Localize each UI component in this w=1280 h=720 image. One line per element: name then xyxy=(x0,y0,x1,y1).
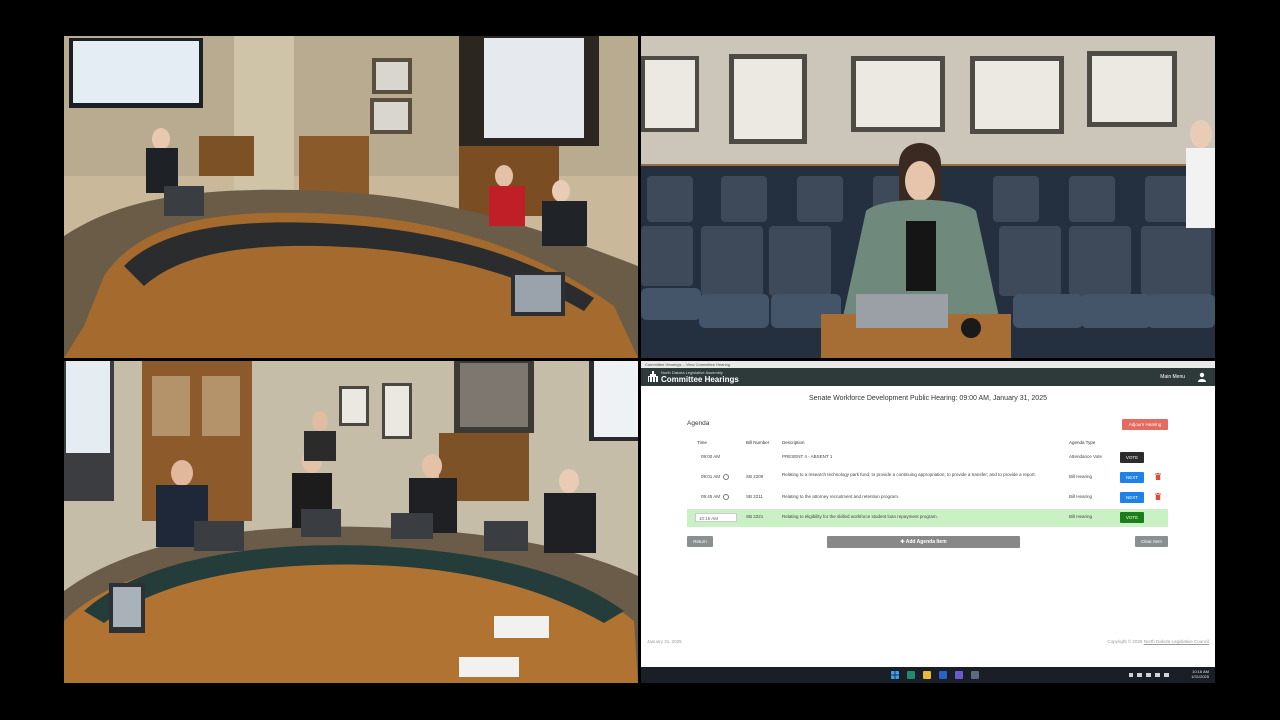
agenda-time: 09:01 AM xyxy=(701,474,730,480)
outlook-icon[interactable] xyxy=(939,671,947,679)
app-title: Committee Hearings xyxy=(661,375,739,384)
active-window-icon[interactable] xyxy=(971,671,979,679)
file-explorer-icon[interactable] xyxy=(923,671,931,679)
hearing-title: Senate Workforce Development Public Hear… xyxy=(808,395,1047,402)
agenda-type: Bill Hearing xyxy=(1069,474,1093,479)
agenda-description: PRESENT 4 - ABSENT 1 xyxy=(782,454,833,459)
agenda-type: Bill Hearing xyxy=(1069,494,1093,499)
clock-icon[interactable] xyxy=(723,474,730,480)
agenda-row: 09:45 AM SB 2211 Relating to the attorne… xyxy=(687,489,1168,507)
windows-start-icon[interactable] xyxy=(891,671,899,679)
agenda-heading: Agenda xyxy=(687,420,710,427)
column-header-time: Time xyxy=(697,440,707,445)
agenda-row: 09:01 AM SB 2209 Relating to a research … xyxy=(687,469,1168,487)
legislative-council-link[interactable]: North Dakota Legislative Council xyxy=(1144,639,1209,644)
windows-taskbar: 10:16 AM 1/31/2025 xyxy=(641,667,1215,683)
committee-table-scene xyxy=(64,36,638,358)
committee-members-scene xyxy=(64,361,638,683)
agenda-bill-number: SB 2211 xyxy=(746,494,763,499)
edge-icon[interactable] xyxy=(907,671,915,679)
next-button[interactable]: NEXT xyxy=(1120,472,1144,483)
video-feed-committee-members xyxy=(64,361,638,683)
column-header-agenda-type: Agenda Type xyxy=(1069,440,1096,445)
return-button[interactable]: Return xyxy=(687,536,713,547)
main-menu-link[interactable]: Main Menu xyxy=(1160,374,1185,380)
teams-icon[interactable] xyxy=(955,671,963,679)
video-feed-podium xyxy=(641,36,1215,358)
agenda-description: Relating to a research technology park f… xyxy=(782,472,1036,477)
taskbar-date: 1/31/2025 xyxy=(1191,674,1209,679)
agenda-description: Relating to eligibility for the skilled … xyxy=(782,514,938,519)
capitol-logo-icon xyxy=(648,371,658,382)
agenda-description: Relating to the attorney recruitment and… xyxy=(782,494,900,499)
clock-icon[interactable] xyxy=(723,494,730,500)
vote-button[interactable]: VOTE xyxy=(1120,452,1144,463)
user-icon[interactable] xyxy=(1197,372,1207,382)
agenda-type: Bill Hearing xyxy=(1069,514,1093,519)
next-button[interactable]: NEXT xyxy=(1120,492,1144,503)
app-header: North Dakota Legislative Assembly Commit… xyxy=(641,368,1215,386)
agenda-row: 09:00 AM PRESENT 4 - ABSENT 1 Attendance… xyxy=(687,449,1168,467)
video-feed-committee-table xyxy=(64,36,638,358)
system-tray-icons[interactable] xyxy=(1129,672,1175,678)
clear-item-button[interactable]: Clear Item xyxy=(1135,536,1168,547)
column-header-bill-number: Bill Number xyxy=(746,440,770,445)
podium-scene xyxy=(641,36,1215,358)
agenda-time-value: 09:45 AM xyxy=(701,494,721,500)
vote-button[interactable]: VOTE xyxy=(1120,512,1144,523)
agenda-bill-number: SB 2221 xyxy=(746,514,764,519)
footer-date: January 31, 2025 xyxy=(647,639,682,644)
agenda-time: 09:00 AM xyxy=(701,454,721,459)
browser-tab-title: Committee Hearings – View Committee Hear… xyxy=(641,361,1215,368)
trash-icon[interactable] xyxy=(1155,493,1161,500)
copyright-text: Copyright © 2025 xyxy=(1107,639,1143,644)
agenda-time: 09:45 AM xyxy=(701,494,730,500)
column-header-description: Description xyxy=(782,440,805,445)
agenda-bill-number: SB 2209 xyxy=(746,474,764,479)
footer-copyright: Copyright © 2025 North Dakota Legislativ… xyxy=(1107,639,1209,644)
trash-icon[interactable] xyxy=(1155,473,1161,480)
taskbar-clock[interactable]: 10:16 AM 1/31/2025 xyxy=(1191,669,1209,679)
adjourn-hearing-button[interactable]: Adjourn Hearing xyxy=(1122,419,1168,430)
committee-hearings-app: Committee Hearings – View Committee Hear… xyxy=(641,361,1215,683)
agenda-row-current: 10:15 AM SB 2221 Relating to eligibility… xyxy=(687,509,1168,527)
agenda-type: Attendance Vote xyxy=(1069,454,1103,459)
agenda-time-value: 09:01 AM xyxy=(701,474,721,480)
add-agenda-item-button[interactable]: ✚ Add Agenda Item xyxy=(827,536,1020,548)
time-input[interactable]: 10:15 AM xyxy=(695,513,737,522)
